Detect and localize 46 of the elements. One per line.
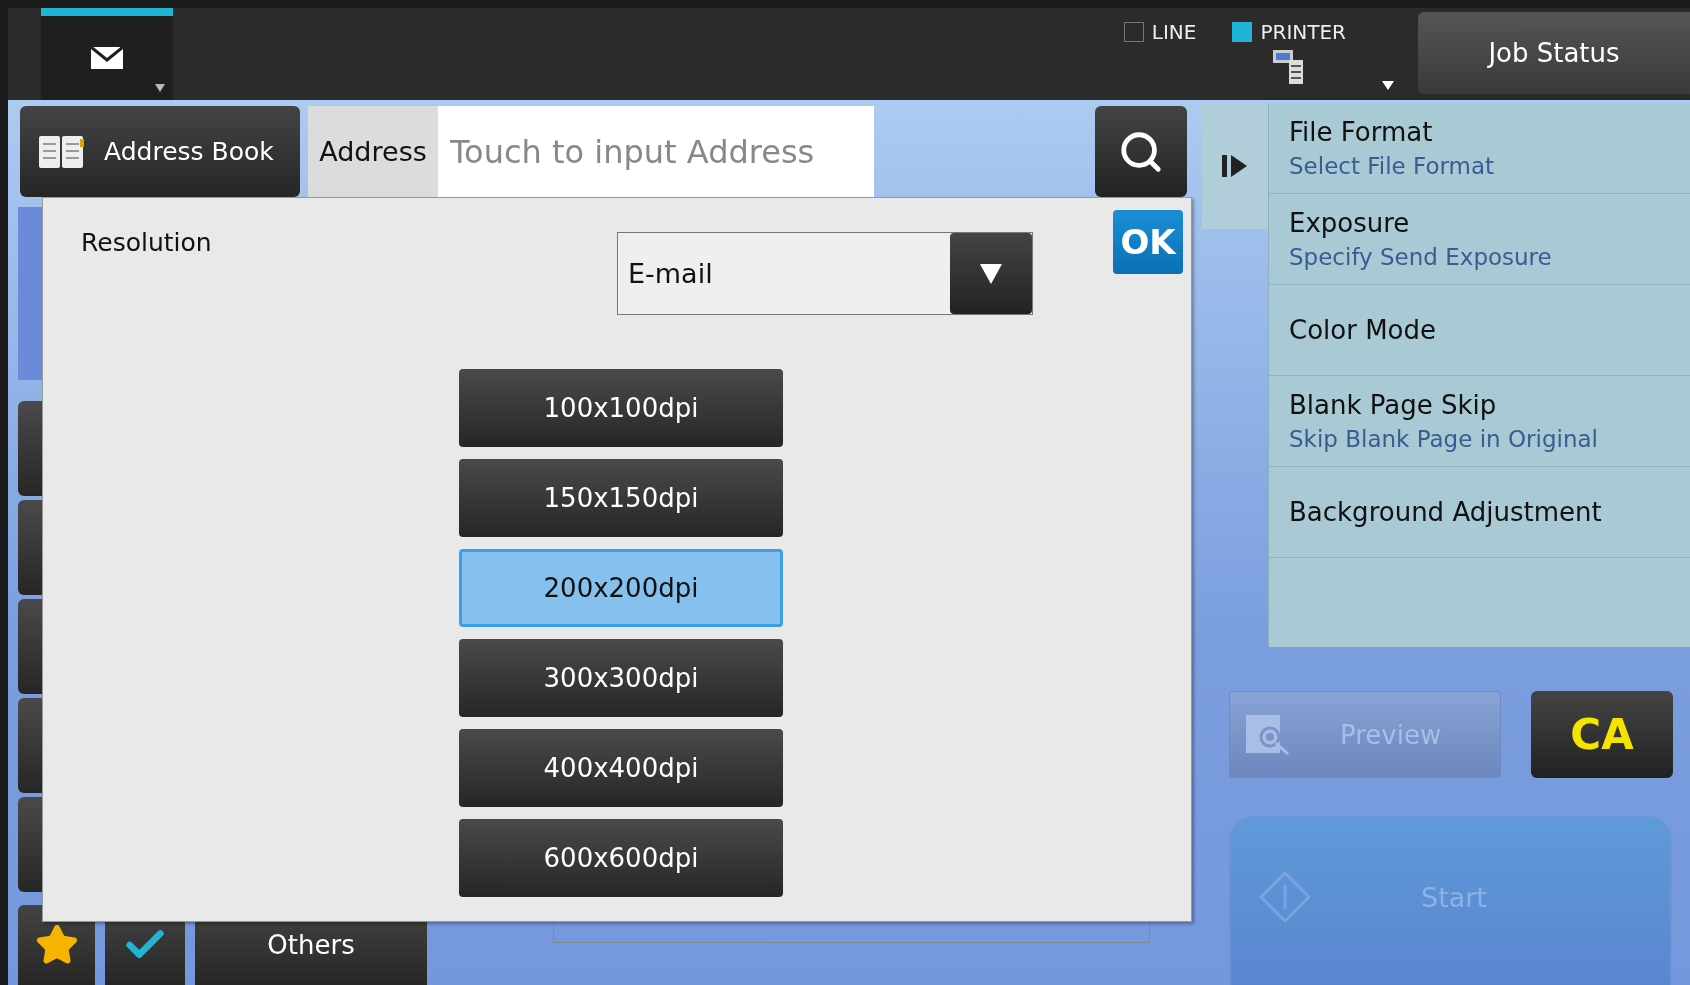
setting-item[interactable]: Exposure Specify Send Exposure [1269,194,1690,285]
setting-item[interactable]: Background Adjustment [1269,467,1690,558]
diamond-icon [1259,871,1311,923]
side-button[interactable] [18,698,44,793]
dialog-title: Resolution [81,228,213,257]
setting-subtitle: Specify Send Exposure [1289,244,1552,270]
side-button[interactable] [18,797,44,892]
setting-item[interactable]: Color Mode [1269,285,1690,376]
setting-item[interactable]: Blank Page Skip Skip Blank Page in Original [1269,376,1690,467]
resolution-option[interactable]: 300x300dpi [459,639,783,717]
resolution-option[interactable]: 400x400dpi [459,729,783,807]
resolution-option[interactable]: 100x100dpi [459,369,783,447]
indicator-label: PRINTER [1260,20,1346,44]
envelope-icon [90,46,124,70]
dropdown-button[interactable] [950,233,1032,314]
setting-title: Blank Page Skip [1289,390,1497,420]
mail-tab[interactable] [41,8,173,100]
search-button[interactable] [1095,106,1187,197]
job-status-button[interactable]: Job Status [1418,12,1690,94]
setting-subtitle: Select File Format [1289,153,1495,179]
address-label: Address [308,106,438,197]
caret-icon [980,263,1002,284]
indicator-label: LINE [1151,20,1197,44]
caret-icon [155,84,165,92]
side-button[interactable] [18,599,44,694]
address-book-button[interactable]: Address Book [20,106,300,197]
setting-title: Exposure [1289,208,1410,238]
play-bar-icon [1222,154,1248,178]
setting-subtitle: Skip Blank Page in Original [1289,426,1598,452]
resolution-option[interactable]: 200x200dpi [459,549,783,627]
caret-icon [1382,81,1394,90]
book-icon [38,134,84,169]
magnifier-icon [1246,714,1290,755]
setting-title: Background Adjustment [1289,497,1602,527]
expand-panel-button[interactable] [1202,103,1268,229]
resolution-option[interactable]: 150x150dpi [459,459,783,537]
setting-title: Color Mode [1289,315,1436,345]
setting-title: File Format [1289,117,1433,147]
address-input-field[interactable]: Touch to input Address [438,106,874,197]
side-button[interactable] [18,401,44,496]
clear-all-button[interactable]: CA [1531,691,1673,778]
resolution-option[interactable]: 600x600dpi [459,819,783,897]
mode-select[interactable]: E-mail [617,232,1033,315]
ok-button[interactable]: OK [1113,210,1183,274]
setting-item[interactable]: File Format Select File Format [1269,103,1690,194]
side-button[interactable] [18,500,44,595]
